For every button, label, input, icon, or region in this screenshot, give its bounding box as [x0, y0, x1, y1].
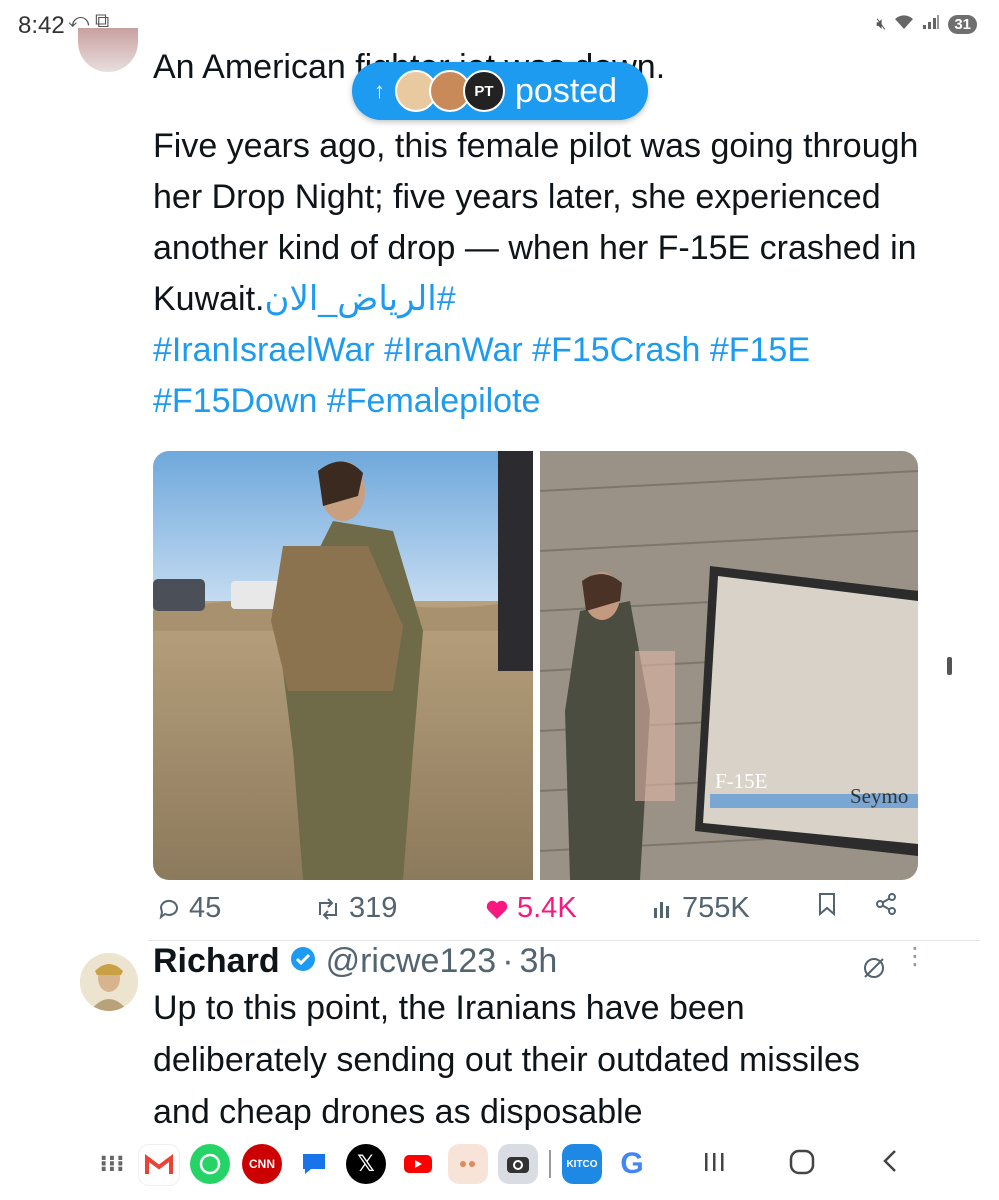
new-posts-pill[interactable]: ↑ PT posted — [352, 62, 648, 120]
meta-separator: · — [502, 942, 514, 980]
reply-button[interactable]: 45 — [157, 892, 221, 925]
gmail-icon[interactable] — [138, 1144, 180, 1186]
tweet-image-1[interactable] — [153, 451, 533, 880]
reply-body: Up to this point, the Iranians have been… — [153, 989, 860, 1131]
signal-icon — [922, 14, 940, 35]
apps-grid-icon[interactable]: ⁝⁝⁝ — [92, 1144, 132, 1184]
avatar: PT — [463, 70, 505, 112]
verified-badge-icon — [290, 942, 316, 981]
x-app-icon[interactable]: 𝕏 — [346, 1144, 386, 1184]
kitco-icon[interactable]: KITCO — [562, 1144, 602, 1184]
reply-count: 45 — [189, 892, 222, 924]
dock-separator — [549, 1150, 551, 1178]
battery-indicator: 31 — [948, 15, 977, 34]
share-button[interactable] — [874, 892, 898, 916]
reply-avatar[interactable] — [80, 953, 138, 1011]
tweet-actions: 45 319 5.4K 755K — [157, 892, 897, 932]
more-options-icon[interactable]: ⋮ — [903, 945, 927, 969]
views-count: 755K — [682, 892, 750, 924]
reply-time: 3h — [519, 942, 558, 980]
reply-header: Richard @ricwe123 · 3h — [153, 942, 557, 981]
messages-icon[interactable] — [294, 1144, 334, 1184]
home-button[interactable] — [788, 1148, 816, 1184]
hashtag[interactable]: #F15Crash — [532, 331, 700, 369]
bookmark-button[interactable] — [817, 892, 837, 916]
mute-icon: 🔇︎ — [876, 15, 887, 33]
camera-icon[interactable] — [498, 1144, 538, 1184]
hashtag[interactable]: #F15Down — [153, 382, 317, 420]
repost-count: 319 — [349, 892, 398, 924]
views-button[interactable]: 755K — [652, 892, 750, 925]
repost-button[interactable]: 319 — [315, 892, 397, 925]
hashtag[interactable]: #Femalepilote — [327, 382, 541, 420]
like-button[interactable]: 5.4K — [485, 892, 577, 925]
divider — [148, 940, 980, 941]
hashtag[interactable]: #F15E — [710, 331, 810, 369]
posted-label: posted — [515, 71, 618, 110]
status-time: 8:42 — [18, 12, 65, 39]
recent-apps-button[interactable] — [702, 1148, 726, 1182]
like-count: 5.4K — [517, 892, 577, 924]
whatsapp-icon[interactable] — [190, 1144, 230, 1184]
youtube-icon[interactable] — [398, 1144, 438, 1184]
google-icon[interactable]: G — [612, 1144, 652, 1184]
status-right: 🔇︎ 31 — [876, 14, 977, 35]
screen-text-seymo: Seymo — [850, 784, 908, 808]
author-avatar[interactable] — [78, 28, 138, 72]
poster-avatars: PT — [395, 70, 505, 112]
back-button[interactable] — [880, 1148, 900, 1182]
cnn-icon[interactable]: CNN — [242, 1144, 282, 1184]
hashtag[interactable]: #IranWar — [384, 331, 523, 369]
hashtag-arabic[interactable]: #الرياض_الان — [265, 280, 456, 318]
hashtag[interactable]: #IranIsraelWar — [153, 331, 375, 369]
reply-author-name[interactable]: Richard — [153, 942, 280, 981]
wifi-icon — [894, 14, 914, 35]
arrow-up-icon: ↑ — [374, 78, 385, 103]
tweet-image-2[interactable]: F-15E Seymo — [540, 451, 918, 880]
notes-app-icon[interactable] — [448, 1144, 488, 1184]
screen-text-f15e: F-15E — [715, 769, 768, 793]
reply-handle[interactable]: @ricwe123 — [326, 942, 497, 981]
scroll-indicator[interactable] — [947, 657, 952, 675]
